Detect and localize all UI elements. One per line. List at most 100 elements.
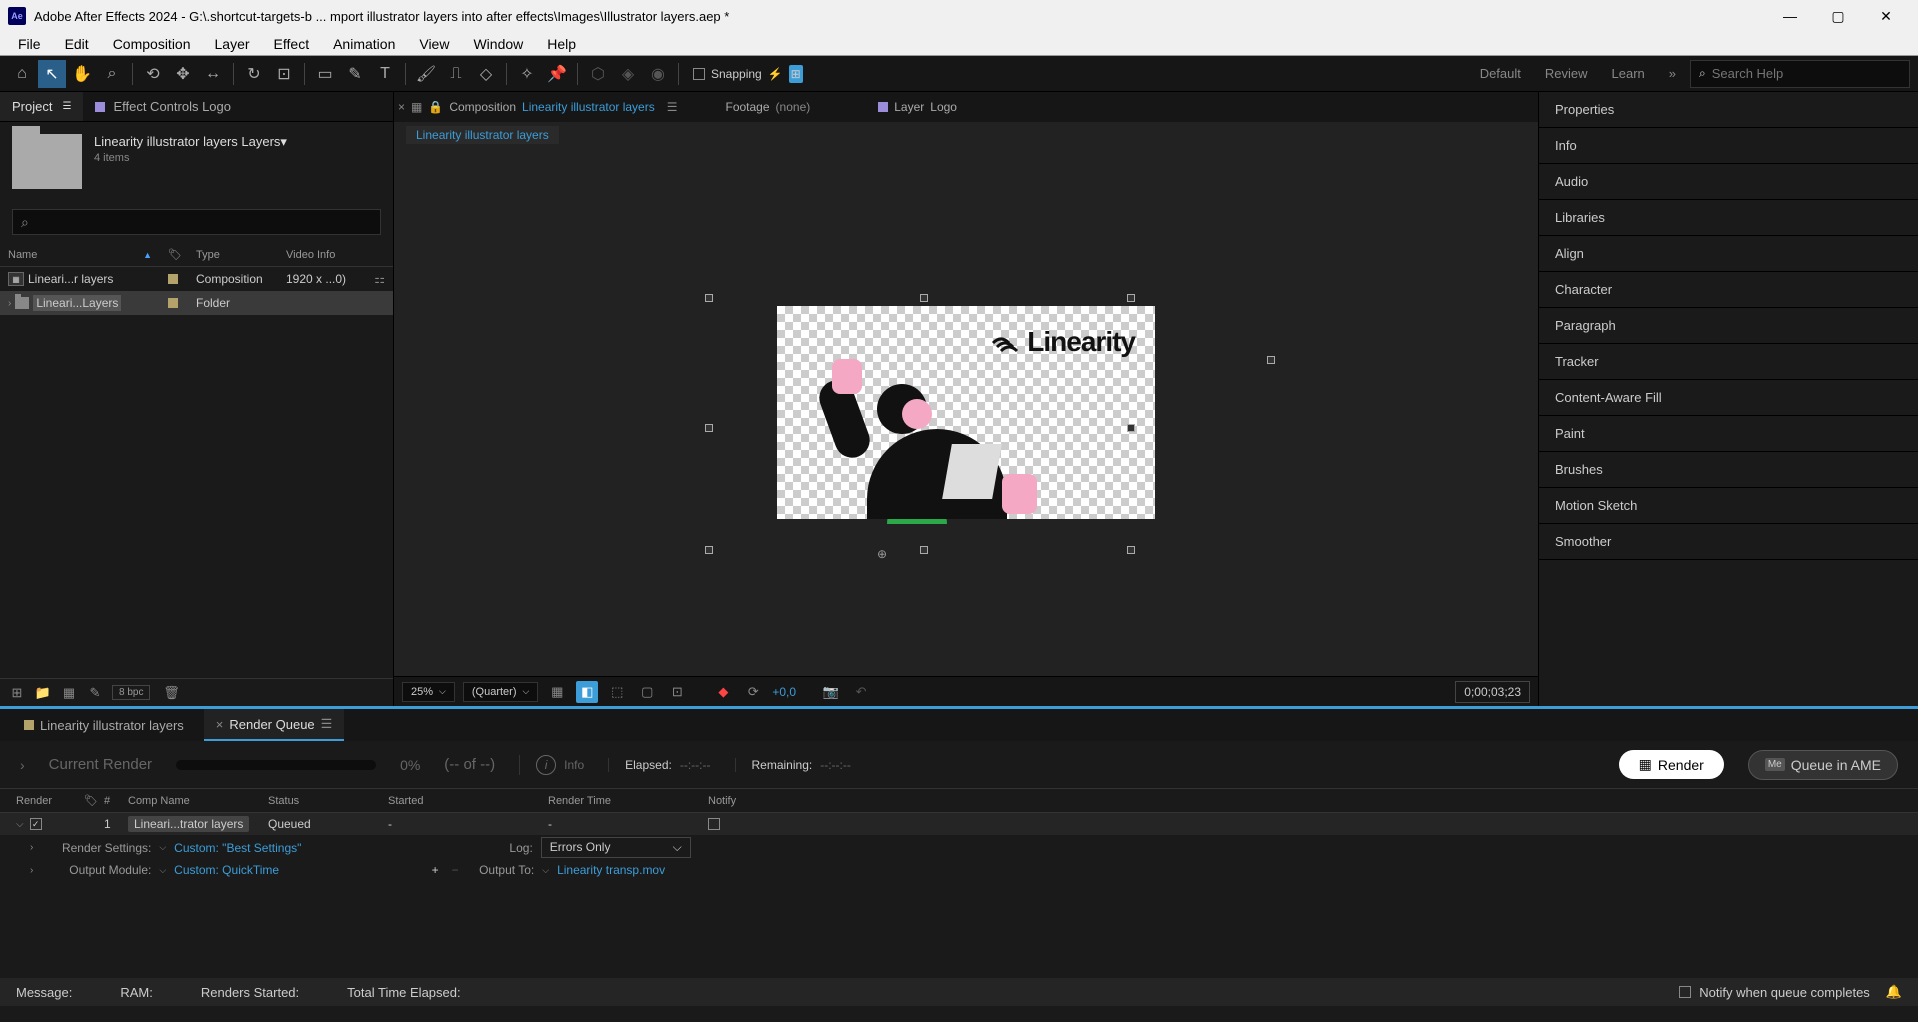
panel-smoother[interactable]: Smoother xyxy=(1539,524,1918,560)
info-icon[interactable]: i xyxy=(536,755,556,775)
brush-tool[interactable]: 🖌 xyxy=(412,60,440,88)
queue-ame-button[interactable]: Me Queue in AME xyxy=(1748,750,1898,780)
expand-icon[interactable]: › xyxy=(30,842,33,853)
remove-output-button[interactable]: − xyxy=(447,862,463,878)
panel-menu-icon[interactable]: ☰ xyxy=(321,716,333,732)
pen-tool[interactable]: ✎ xyxy=(341,60,369,88)
expand-icon[interactable]: ⌵ xyxy=(16,819,24,830)
channel-icon[interactable]: ⊡ xyxy=(666,681,688,703)
lock-icon[interactable]: 🔒 xyxy=(428,100,443,114)
snapping-checkbox[interactable] xyxy=(693,68,705,80)
panel-menu-icon[interactable]: ☰ xyxy=(667,100,678,114)
tab-project[interactable]: Project ☰ xyxy=(0,92,83,121)
panel-menu-icon[interactable]: ☰ xyxy=(62,101,71,112)
workspace-review[interactable]: Review xyxy=(1545,66,1588,81)
project-row[interactable]: ›Lineari...Layers Folder xyxy=(0,291,393,315)
project-row[interactable]: ▦Lineari...r layers Composition 1920 x .… xyxy=(0,267,393,291)
col-notify[interactable]: Notify xyxy=(700,795,800,807)
col-render-time[interactable]: Render Time xyxy=(540,795,700,807)
show-snapshot-icon[interactable]: ↶ xyxy=(850,681,872,703)
quality-dropdown[interactable]: (Quarter) xyxy=(463,682,538,702)
col-name[interactable]: Name▲ xyxy=(0,249,160,261)
render-queue-item[interactable]: ⌵ 1 Lineari...trator layers Queued - - xyxy=(0,813,1918,835)
composition-viewer[interactable]: Linearity xyxy=(394,148,1538,676)
panel-content-aware-fill[interactable]: Content-Aware Fill xyxy=(1539,380,1918,416)
add-output-button[interactable]: + xyxy=(427,862,443,878)
render-checkbox[interactable] xyxy=(30,818,42,830)
home-tool[interactable]: ⌂ xyxy=(8,60,36,88)
render-button[interactable]: ▦ Render xyxy=(1619,750,1724,779)
dropdown-icon[interactable]: ⌵ xyxy=(159,865,166,876)
exposure-value[interactable]: +0,0 xyxy=(772,685,796,699)
expand-icon[interactable]: › xyxy=(8,298,11,309)
tab-render-queue[interactable]: × Render Queue ☰ xyxy=(204,709,345,741)
workspace-more[interactable]: » xyxy=(1669,66,1676,81)
zoom-dropdown[interactable]: 25% xyxy=(402,682,455,702)
color-icon[interactable]: ◆ xyxy=(712,681,734,703)
3d-tool-2[interactable]: ◈ xyxy=(614,60,642,88)
outer-handle[interactable] xyxy=(1267,356,1275,364)
output-to-link[interactable]: Linearity transp.mov xyxy=(557,863,665,877)
close-tab-icon[interactable]: × xyxy=(398,100,405,114)
col-status[interactable]: Status xyxy=(260,795,380,807)
workspace-default[interactable]: Default xyxy=(1480,66,1521,81)
bell-icon[interactable]: 🔔 xyxy=(1886,984,1902,1000)
clone-tool[interactable]: ⎍ xyxy=(442,60,470,88)
anchor-point-icon[interactable]: ⊕ xyxy=(877,547,889,559)
col-label[interactable]: 🏷 xyxy=(76,794,96,807)
flowchart-icon[interactable]: ▦ xyxy=(411,100,422,114)
adjust-icon[interactable]: ✎ xyxy=(86,684,104,702)
project-search[interactable] xyxy=(12,209,381,235)
col-num[interactable]: # xyxy=(96,795,120,807)
orbit-tool[interactable]: ⟲ xyxy=(139,60,167,88)
output-module-link[interactable]: Custom: QuickTime xyxy=(174,863,279,877)
panel-audio[interactable]: Audio xyxy=(1539,164,1918,200)
workspace-learn[interactable]: Learn xyxy=(1612,66,1645,81)
3d-tool-1[interactable]: ⬡ xyxy=(584,60,612,88)
menu-file[interactable]: File xyxy=(8,34,51,54)
puppet-tool[interactable]: 📌 xyxy=(543,60,571,88)
search-help[interactable]: ⌕ xyxy=(1690,60,1910,88)
close-tab-icon[interactable]: × xyxy=(216,717,224,732)
reset-exposure-icon[interactable]: ⟳ xyxy=(742,681,764,703)
dropdown-icon[interactable]: ⌵ xyxy=(542,865,549,876)
dropdown-icon[interactable]: ⌵ xyxy=(159,842,166,853)
close-button[interactable]: ✕ xyxy=(1870,8,1902,25)
rotation-tool[interactable]: ↻ xyxy=(240,60,268,88)
panel-libraries[interactable]: Libraries xyxy=(1539,200,1918,236)
search-help-input[interactable] xyxy=(1712,66,1901,81)
dolly-tool[interactable]: ↔ xyxy=(199,60,227,88)
expand-icon[interactable]: › xyxy=(30,865,33,876)
col-started[interactable]: Started xyxy=(380,795,540,807)
bpc-toggle[interactable]: 8 bpc xyxy=(112,685,150,700)
delete-icon[interactable]: 🗑 xyxy=(162,684,180,702)
comp-tab-link[interactable]: Linearity illustrator layers xyxy=(522,100,655,114)
menu-composition[interactable]: Composition xyxy=(103,34,201,54)
text-tool[interactable]: T xyxy=(371,60,399,88)
toggle-mask-icon[interactable]: ◧ xyxy=(576,681,598,703)
pan-tool[interactable]: ✥ xyxy=(169,60,197,88)
tab-effect-controls[interactable]: Effect Controls Logo xyxy=(83,92,243,121)
menu-layer[interactable]: Layer xyxy=(205,34,260,54)
col-render[interactable]: Render xyxy=(8,795,76,807)
minimize-button[interactable]: — xyxy=(1774,8,1806,25)
render-settings-link[interactable]: Custom: "Best Settings" xyxy=(174,841,301,855)
selection-tool[interactable]: ↖ xyxy=(38,60,66,88)
flowchart-icon[interactable]: ⚏ xyxy=(374,272,385,286)
3d-tool-3[interactable]: ◉ xyxy=(644,60,672,88)
eraser-tool[interactable]: ◇ xyxy=(472,60,500,88)
panel-paragraph[interactable]: Paragraph xyxy=(1539,308,1918,344)
grid-icon[interactable]: ▢ xyxy=(636,681,658,703)
col-label[interactable]: 🏷 xyxy=(160,248,188,261)
zoom-tool[interactable]: ⌕ xyxy=(98,60,126,88)
menu-help[interactable]: Help xyxy=(537,34,586,54)
menu-window[interactable]: Window xyxy=(463,34,533,54)
menu-animation[interactable]: Animation xyxy=(323,34,405,54)
tab-timeline[interactable]: Linearity illustrator layers xyxy=(12,709,196,741)
selection-handles[interactable] xyxy=(705,294,1135,554)
menu-view[interactable]: View xyxy=(409,34,459,54)
rectangle-tool[interactable]: ▭ xyxy=(311,60,339,88)
region-icon[interactable]: ⬚ xyxy=(606,681,628,703)
anchor-tool[interactable]: ⊡ xyxy=(270,60,298,88)
panel-brushes[interactable]: Brushes xyxy=(1539,452,1918,488)
